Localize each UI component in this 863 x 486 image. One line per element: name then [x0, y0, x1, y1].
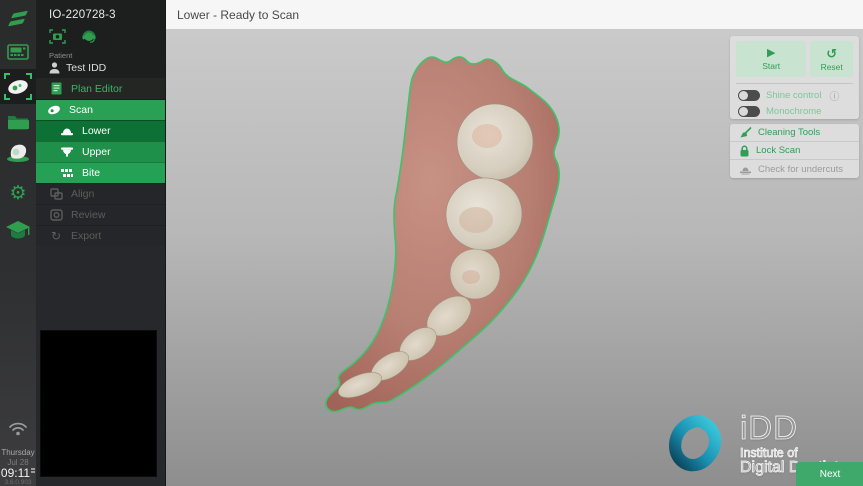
menu-item-label: Align: [71, 188, 94, 200]
project-header: IO-220728-3 Patient Test IDD: [36, 0, 165, 78]
undercut-check-icon: [739, 164, 752, 175]
scanner-tool-icon-active[interactable]: [0, 69, 36, 104]
training-graduation-cap-icon[interactable]: [0, 218, 36, 242]
status-day: Thursday: [0, 448, 36, 457]
cleaning-tools-button[interactable]: Cleaning Tools: [730, 124, 859, 142]
menu-item-export-disabled: ↻ Export: [36, 225, 165, 246]
align-icon: [49, 188, 63, 200]
workflow-panel: IO-220728-3 Patient Test IDD Plan Editor…: [36, 0, 165, 486]
scan-mouse-icon: [47, 104, 61, 116]
menu-item-label: Upper: [82, 146, 111, 158]
menu-item-label: Plan Editor: [71, 83, 122, 95]
review-icon: [49, 209, 63, 221]
app-version: 3.6.0.903: [0, 479, 36, 486]
main-area: Lower - Ready to Scan: [165, 0, 863, 486]
scanner-app-window: ⚙ Thursday Jul 28 09:11 3.6.0.903 IO-220…: [0, 0, 863, 486]
support-headset-icon[interactable]: [81, 29, 97, 44]
menu-item-bite[interactable]: Bite: [36, 162, 165, 183]
menu-item-lower-selected[interactable]: Lower: [36, 120, 165, 141]
info-icon[interactable]: ⓘ: [829, 88, 839, 103]
tooth-model-icon[interactable]: [0, 139, 36, 165]
patient-person-icon: [49, 62, 60, 74]
seconds-indicator: [31, 468, 35, 474]
next-button[interactable]: Next: [796, 462, 863, 486]
menu-item-label: Scan: [69, 104, 93, 116]
menu-item-scan-active[interactable]: Scan: [36, 99, 165, 120]
menu-item-upper[interactable]: Upper: [36, 141, 165, 162]
shine-control-toggle[interactable]: [738, 90, 760, 101]
scan-controls-card: ▶ Start ↺ Reset Shine control ⓘ Mo: [730, 36, 859, 119]
reset-button[interactable]: ↺ Reset: [810, 41, 853, 77]
menu-item-label: Lower: [82, 125, 111, 137]
monochrome-label: Monochrome: [766, 106, 821, 117]
idd-logo-icon: [660, 408, 732, 480]
broom-icon: [739, 127, 752, 139]
cleaning-tools-label: Cleaning Tools: [758, 127, 820, 138]
patient-row[interactable]: Test IDD: [49, 62, 165, 74]
app-logo-icon: [0, 7, 36, 31]
project-id: IO-220728-3: [49, 9, 165, 21]
shine-control-label: Shine control: [766, 90, 821, 101]
menu-item-review-disabled: Review: [36, 204, 165, 225]
icon-rail: ⚙ Thursday Jul 28 09:11 3.6.0.903: [0, 0, 36, 486]
plan-editor-document-icon: [49, 82, 63, 95]
menu-item-label: Review: [71, 209, 105, 221]
scanner-mouse-icon: [6, 78, 30, 96]
shine-control-row: Shine control ⓘ: [730, 87, 859, 103]
start-label: Start: [762, 61, 780, 71]
scan-status-text: Lower - Ready to Scan: [177, 8, 299, 22]
patient-name: Test IDD: [66, 62, 106, 74]
divider: [736, 83, 853, 84]
menu-item-align-disabled: Align: [36, 183, 165, 204]
camera-preview-window: [40, 330, 157, 477]
export-icon: ↻: [49, 229, 63, 243]
play-icon: ▶: [767, 48, 775, 59]
reset-label: Reset: [821, 62, 843, 72]
case-folder-icon[interactable]: [0, 111, 36, 131]
settings-gear-icon[interactable]: ⚙: [0, 182, 36, 204]
idd-logo-text: iDD: [740, 411, 852, 446]
clock-time: 09:11: [1, 466, 30, 480]
check-undercuts-button-disabled: Check for undercuts: [730, 160, 859, 178]
reset-icon: ↺: [826, 47, 837, 60]
bite-icon: [60, 168, 74, 178]
monochrome-row: Monochrome: [730, 103, 859, 119]
monochrome-toggle[interactable]: [738, 106, 760, 117]
menu-item-plan-editor[interactable]: Plan Editor: [36, 78, 165, 99]
next-label: Next: [820, 469, 841, 480]
viewport-title-bar: Lower - Ready to Scan: [166, 0, 863, 30]
control-panel-icon[interactable]: [0, 42, 36, 62]
lower-jaw-icon: [60, 125, 74, 137]
3d-viewport[interactable]: ▶ Start ↺ Reset Shine control ⓘ Mo: [166, 30, 863, 486]
check-undercuts-label: Check for undercuts: [758, 164, 843, 175]
patient-label: Patient: [49, 51, 165, 60]
scan-capture-icon[interactable]: [49, 29, 66, 44]
wifi-icon: [0, 420, 36, 436]
upper-jaw-icon: [60, 146, 74, 158]
menu-item-label: Bite: [82, 167, 100, 179]
status-time: 09:11: [0, 466, 36, 480]
menu-item-label: Export: [71, 230, 101, 242]
lock-scan-button[interactable]: Lock Scan: [730, 142, 859, 160]
lock-scan-label: Lock Scan: [756, 145, 800, 156]
start-button[interactable]: ▶ Start: [736, 41, 806, 77]
scan-tools-card: Cleaning Tools Lock Scan Check for under…: [730, 124, 859, 178]
lock-icon: [739, 145, 750, 157]
